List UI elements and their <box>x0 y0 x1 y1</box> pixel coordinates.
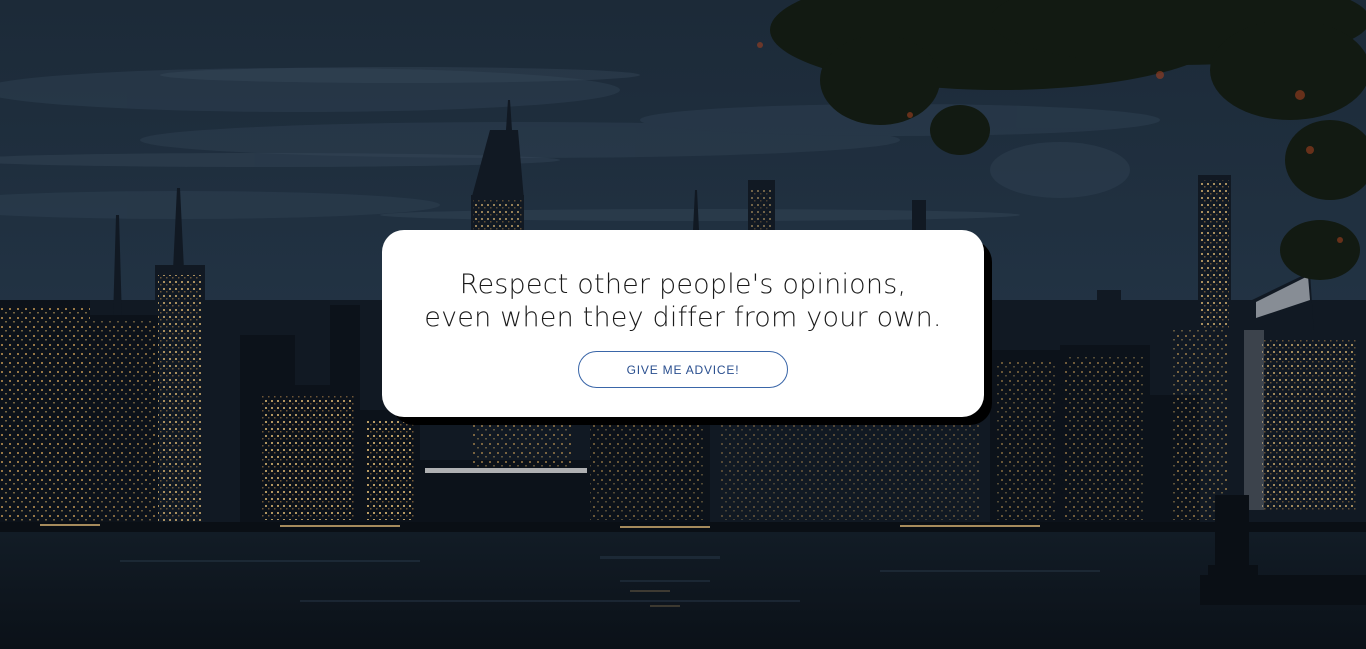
advice-quote: Respect other people's opinions, even wh… <box>424 269 942 333</box>
give-advice-button[interactable]: GIVE ME ADVICE! <box>578 351 788 388</box>
advice-card: Respect other people's opinions, even wh… <box>382 230 984 417</box>
